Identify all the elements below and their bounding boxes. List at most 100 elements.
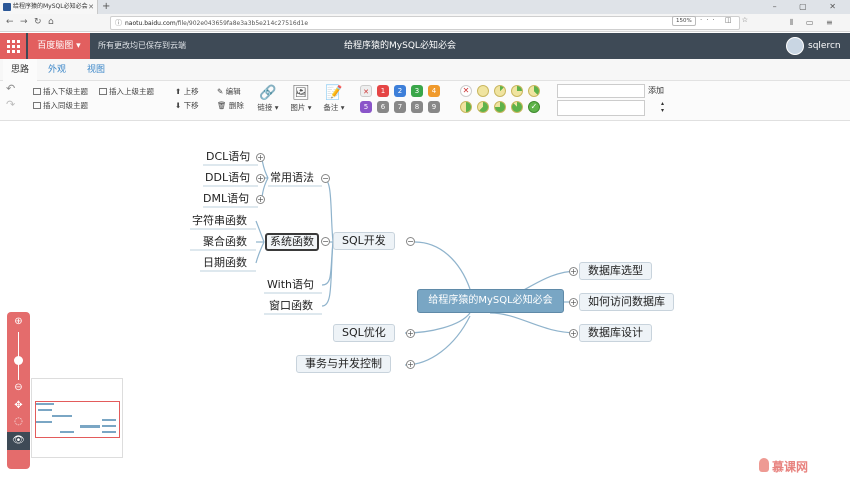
close-tab-icon[interactable]: ✕ [88, 0, 94, 14]
node-agg-func[interactable]: 聚合函数 [203, 235, 247, 249]
node-sys-func[interactable]: 系统函数 [265, 233, 319, 251]
brand-menu[interactable]: 百度脑图 ▾ [28, 33, 90, 59]
move-up-button[interactable]: ⬆ 上移 [175, 87, 199, 97]
link-button[interactable]: 🔗 链接 ▾ [253, 85, 283, 113]
progress-1-icon[interactable] [494, 85, 506, 97]
tag-list-scroll-icon[interactable]: ▴ ▾ [661, 100, 664, 114]
node-db-select[interactable]: 数据库选型 [579, 262, 652, 280]
back-icon[interactable]: ← [6, 16, 14, 29]
tab-appearance[interactable]: 外观 [48, 59, 66, 81]
insert-child-button[interactable]: 插入下级主题 [33, 87, 88, 97]
priority-2-icon[interactable]: 2 [394, 85, 406, 97]
priority-5-icon[interactable]: 5 [360, 101, 372, 113]
minimap-node [36, 403, 54, 405]
node-string-func[interactable]: 字符串函数 [192, 214, 247, 228]
move-icon[interactable]: ✥ [7, 400, 30, 412]
progress-7-icon[interactable] [511, 101, 523, 113]
minimap-node [102, 431, 116, 433]
node-transaction[interactable]: 事务与并发控制 [296, 355, 391, 373]
priority-4-icon[interactable]: 4 [428, 85, 440, 97]
expand-icon[interactable]: + [256, 153, 265, 162]
zoom-panel: ⊕ ⊖ ✥ ◌ 👁 [7, 312, 30, 469]
expand-icon[interactable]: + [256, 174, 265, 183]
node-with-stmt[interactable]: With语句 [267, 278, 314, 292]
expand-icon[interactable]: + [569, 267, 578, 276]
insert-parent-button[interactable]: 插入上级主题 [99, 87, 154, 97]
node-dcl[interactable]: DCL语句 [206, 150, 250, 164]
add-tag-button[interactable]: 添加 [648, 84, 664, 98]
expand-icon[interactable]: + [569, 298, 578, 307]
priority-8-icon[interactable]: 8 [411, 101, 423, 113]
username[interactable]: sqlercn [808, 33, 841, 59]
priority-1-icon[interactable]: 1 [377, 85, 389, 97]
zoom-in-icon[interactable]: ⊕ [7, 316, 30, 328]
progress-6-icon[interactable] [494, 101, 506, 113]
node-db-access[interactable]: 如何访问数据库 [579, 293, 674, 311]
browser-tab-strip: 给程序猿的MySQL必知必会 ✕ + – ▢ ✕ [0, 0, 850, 14]
watermark-logo-icon [759, 458, 769, 472]
forward-icon[interactable]: → [20, 16, 28, 29]
node-sql-opt[interactable]: SQL优化 [333, 324, 395, 342]
avatar[interactable] [786, 37, 804, 55]
redo-icon[interactable]: ↷ [6, 99, 15, 110]
root-node[interactable]: 给程序猿的MySQL必知必会 [417, 289, 564, 313]
expand-icon[interactable]: + [569, 329, 578, 338]
progress-2-icon[interactable] [511, 85, 523, 97]
progress-5-icon[interactable] [477, 101, 489, 113]
url-action-icons[interactable]: ··· ◫ ☆ [700, 14, 752, 27]
priority-3-icon[interactable]: 3 [411, 85, 423, 97]
reload-icon[interactable]: ↻ [34, 16, 42, 29]
new-tab-button[interactable]: + [102, 0, 110, 13]
collapse-icon[interactable]: − [321, 174, 330, 183]
node-common-syntax[interactable]: 常用语法 [270, 171, 314, 185]
progress-0-icon[interactable] [477, 85, 489, 97]
expand-icon[interactable]: + [256, 195, 265, 204]
remove-priority-icon[interactable]: ✕ [360, 85, 372, 97]
zoom-out-icon[interactable]: ⊖ [7, 382, 30, 394]
document-title: 给程序猿的MySQL必知必会 [344, 41, 456, 51]
expand-icon[interactable]: + [406, 329, 415, 338]
node-ddl[interactable]: DDL语句 [205, 171, 250, 185]
undo-icon[interactable]: ↶ [6, 83, 15, 94]
node-sql-dev[interactable]: SQL开发 [333, 232, 395, 250]
browser-navbar: ← → ↻ ⌂ ⓘ naotu.baidu.com/file/902e04365… [0, 14, 850, 32]
info-icon[interactable]: ⓘ [115, 17, 122, 30]
progress-3-icon[interactable] [528, 85, 540, 97]
priority-9-icon[interactable]: 9 [428, 101, 440, 113]
minimap-node [52, 415, 72, 417]
home-icon[interactable]: ⌂ [48, 16, 54, 29]
edit-button[interactable]: ✎ 编辑 [217, 87, 241, 97]
note-button[interactable]: 📝 备注 ▾ [319, 85, 349, 113]
collapse-icon[interactable]: − [321, 237, 330, 246]
insert-sibling-button[interactable]: 插入同级主题 [33, 101, 88, 111]
mindmap-canvas[interactable]: 给程序猿的MySQL必知必会 SQL开发 − 常用语法 − DCL语句 + DD… [0, 121, 850, 478]
tab-view[interactable]: 视图 [87, 59, 105, 81]
minimap-toggle-icon[interactable]: 👁 [7, 432, 30, 450]
browser-toolbar-icons[interactable]: ⫴ ▭ ≡ [790, 16, 838, 29]
node-db-design[interactable]: 数据库设计 [579, 324, 652, 342]
tag-list[interactable] [557, 100, 645, 116]
minimap[interactable] [31, 378, 123, 458]
window-controls[interactable]: – ▢ ✕ [773, 0, 846, 13]
progress-done-icon[interactable]: ✓ [528, 101, 540, 113]
zoom-slider-handle[interactable] [14, 356, 23, 365]
fit-view-icon[interactable]: ◌ [7, 416, 30, 428]
node-date-func[interactable]: 日期函数 [203, 256, 247, 270]
apps-grid-icon[interactable] [0, 33, 26, 59]
collapse-icon[interactable]: − [406, 237, 415, 246]
node-dml[interactable]: DML语句 [203, 192, 249, 206]
node-window-func[interactable]: 窗口函数 [269, 299, 313, 313]
url-bar[interactable]: ⓘ naotu.baidu.com/file/902e043659fa8e3a3… [110, 16, 740, 30]
delete-button[interactable]: 🗑 删除 [217, 101, 244, 111]
priority-6-icon[interactable]: 6 [377, 101, 389, 113]
move-down-button[interactable]: ⬇ 下移 [175, 101, 199, 111]
zoom-level[interactable]: 150% [672, 16, 696, 26]
browser-tab[interactable]: 给程序猿的MySQL必知必会 ✕ [0, 0, 98, 14]
priority-7-icon[interactable]: 7 [394, 101, 406, 113]
image-button[interactable]: 🖼 图片 ▾ [286, 85, 316, 113]
expand-icon[interactable]: + [406, 360, 415, 369]
progress-4-icon[interactable] [460, 101, 472, 113]
tab-idea[interactable]: 思路 [3, 59, 38, 83]
remove-progress-icon[interactable]: ✕ [460, 85, 472, 97]
tag-input[interactable] [557, 84, 645, 98]
